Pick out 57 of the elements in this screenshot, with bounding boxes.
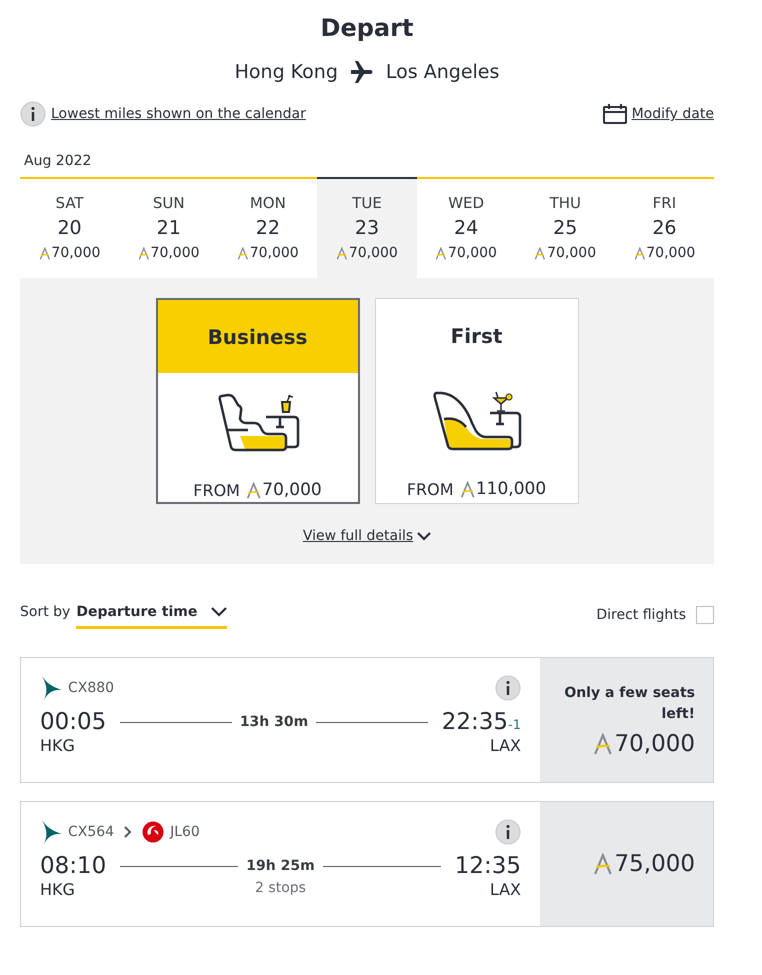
- chevron-down-icon[interactable]: [211, 607, 228, 617]
- airport-code: HKG: [40, 736, 76, 756]
- day-offset: -1: [508, 718, 521, 733]
- month-label: Aug 2022: [23, 153, 92, 171]
- airport-code: HKG: [40, 880, 76, 900]
- miles-icon: [38, 246, 50, 260]
- flight-number: CX564: [68, 824, 114, 840]
- calendar-icon[interactable]: [602, 104, 627, 124]
- miles-icon: [634, 246, 646, 260]
- airport-code: LAX: [490, 880, 521, 900]
- miles-price: 70,000: [614, 731, 695, 757]
- departure-time: 08:10: [40, 852, 106, 880]
- flight-card[interactable]: CX880 00:05 HKG 13h 30m 22:35-1 LAX Only a few seats left! 70,000: [20, 657, 714, 783]
- sort-dropdown[interactable]: Departure time: [76, 604, 228, 629]
- cabin-card[interactable]: First FROM 110,000: [374, 298, 578, 504]
- direct-flights-label: Direct flights: [596, 607, 686, 623]
- chevron-down-icon[interactable]: [417, 532, 432, 540]
- arrival-time: 22:35: [442, 708, 508, 736]
- departure-time: 00:05: [40, 708, 106, 736]
- miles-icon: [336, 246, 348, 260]
- miles-price: 75,000: [614, 851, 695, 877]
- duration: 19h 25m: [246, 858, 315, 874]
- date-tab[interactable]: TUE 23 70,000: [317, 177, 417, 278]
- cabin-card[interactable]: Business FROM 70,000: [156, 298, 360, 504]
- origin-city: Hong Kong: [234, 61, 338, 83]
- flight-number: CX880: [68, 680, 114, 696]
- page-title: Depart: [320, 14, 414, 44]
- duration: 13h 30m: [240, 714, 308, 730]
- info-icon[interactable]: [20, 101, 46, 127]
- flight-card[interactable]: CX564 JL60 08:10 HKG 19h 25m 2 stops 12:35 LAX 75,000: [20, 801, 714, 927]
- modify-date-link[interactable]: Modify date: [632, 106, 714, 122]
- bird-wing-logo-icon: [40, 820, 62, 844]
- arrival-time: 12:35: [454, 852, 521, 880]
- destination-city: Los Angeles: [386, 61, 500, 83]
- miles-icon: [435, 246, 447, 260]
- miles-icon: [592, 733, 613, 755]
- sort-label: Sort by: [20, 604, 70, 620]
- miles-icon: [592, 853, 613, 875]
- view-details-link[interactable]: View full details: [302, 528, 414, 544]
- calendar-info-link[interactable]: Lowest miles shown on the calendar: [51, 106, 306, 122]
- info-icon[interactable]: [495, 675, 521, 701]
- airplane-icon: [350, 61, 374, 83]
- bird-wing-logo-icon: [40, 676, 62, 700]
- price-panel[interactable]: 75,000: [540, 802, 713, 926]
- airport-code: LAX: [490, 736, 521, 756]
- seats-notice: Only a few seats left!: [563, 684, 695, 724]
- flight-number: JL60: [170, 824, 200, 840]
- miles-icon: [534, 246, 546, 260]
- stops-count: 2 stops: [255, 880, 306, 896]
- direct-flights-checkbox[interactable]: [696, 606, 714, 624]
- miles-icon: [246, 482, 262, 498]
- info-icon[interactable]: [495, 819, 521, 845]
- miles-icon: [138, 246, 150, 260]
- crane-logo-icon: [142, 821, 164, 843]
- miles-icon: [460, 480, 475, 498]
- price-panel[interactable]: Only a few seats left! 70,000: [540, 658, 713, 782]
- miles-icon: [237, 246, 249, 260]
